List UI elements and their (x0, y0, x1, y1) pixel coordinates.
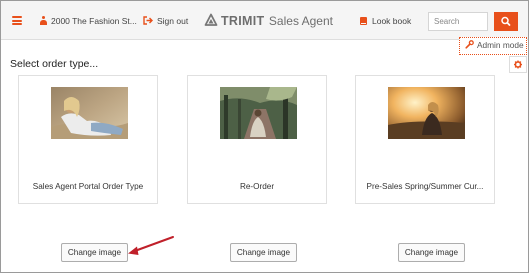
card-label: Re-Order (239, 182, 275, 191)
woman-at-sunset-photo (388, 87, 465, 139)
annotation-arrow-icon (128, 236, 174, 255)
change-image-button[interactable]: Change image (398, 243, 465, 262)
logo-product: Sales Agent (268, 14, 333, 28)
lookbook-label: Look book (372, 16, 412, 26)
woman-sitting-photo (51, 87, 128, 139)
user-icon (40, 16, 47, 25)
order-type-card-reorder[interactable]: Re-Order (187, 75, 327, 204)
signout-label: Sign out (157, 16, 189, 26)
app-logo[interactable]: TRIMIT Sales Agent (204, 11, 333, 31)
wrench-icon (465, 40, 474, 49)
sign-out-icon (143, 16, 153, 25)
trimit-logo-icon (204, 13, 218, 26)
order-type-card-presales[interactable]: Pre-Sales Spring/Summer Cur... (355, 75, 495, 204)
card-label: Pre-Sales Spring/Summer Cur... (366, 182, 484, 191)
search-button[interactable] (494, 12, 518, 31)
change-image-button[interactable]: Change image (61, 243, 128, 262)
card-label: Sales Agent Portal Order Type (32, 182, 144, 191)
hamburger-menu-icon[interactable] (12, 16, 22, 25)
store-selector[interactable]: 2000 The Fashion St... (40, 12, 137, 30)
store-label: 2000 The Fashion St... (51, 16, 137, 26)
lookbook-link[interactable]: Look book (360, 12, 411, 30)
order-type-card-sales-agent[interactable]: Sales Agent Portal Order Type (18, 75, 158, 204)
search-icon (501, 16, 511, 26)
top-navbar: 2000 The Fashion St... Sign out TRIMIT S… (1, 1, 528, 40)
settings-button[interactable] (509, 56, 527, 73)
gear-icon (514, 60, 522, 69)
change-image-button[interactable]: Change image (230, 243, 297, 262)
page-heading: Select order type... (10, 58, 99, 70)
book-icon (360, 17, 367, 25)
admin-mode-label: Admin mode (477, 40, 524, 50)
admin-mode-toggle[interactable]: Admin mode (459, 37, 527, 55)
woman-on-garden-path-photo (220, 87, 297, 139)
logo-brand: TRIMIT (221, 14, 265, 28)
signout-link[interactable]: Sign out (143, 12, 188, 30)
search-input[interactable] (428, 12, 488, 31)
